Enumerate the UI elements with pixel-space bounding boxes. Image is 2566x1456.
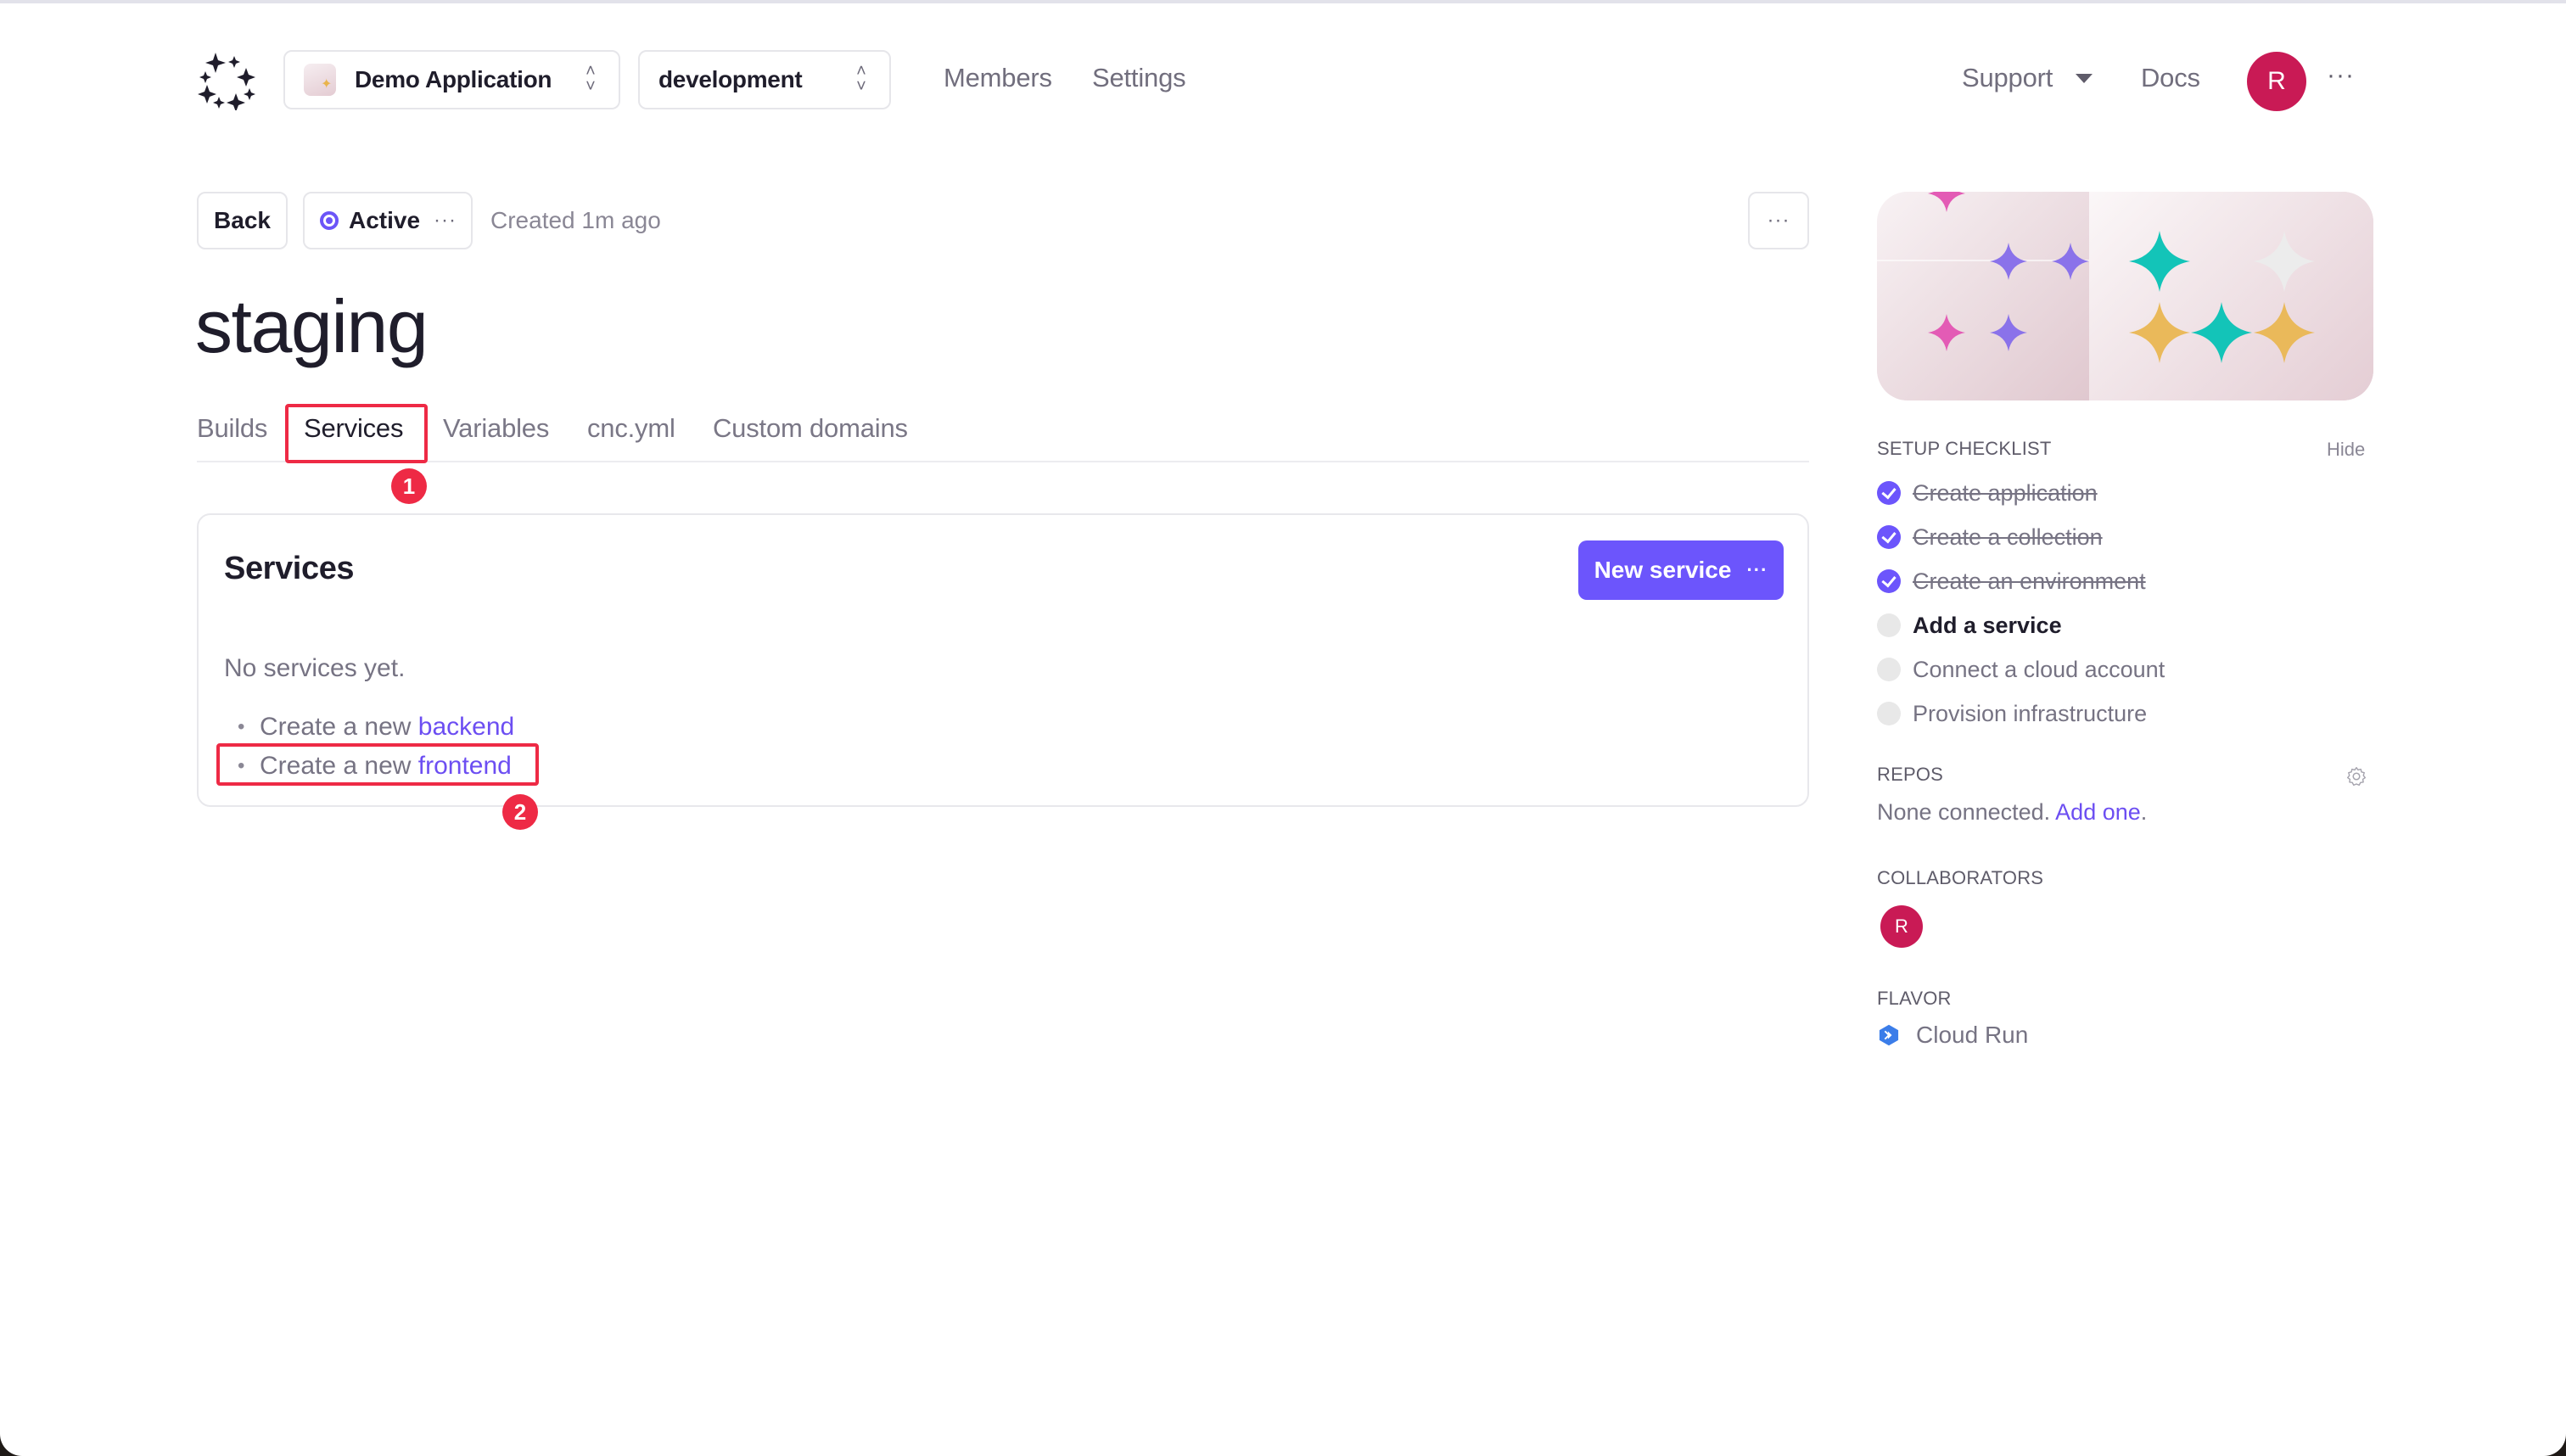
hide-checklist-link[interactable]: Hide <box>2327 439 2365 461</box>
status-button[interactable]: Active ··· <box>303 192 473 249</box>
user-avatar[interactable]: R <box>2247 52 2306 111</box>
check-empty-icon <box>1877 702 1901 725</box>
collaborators-heading: COLLABORATORS <box>1877 867 2044 888</box>
status-more-icon: ··· <box>434 209 457 232</box>
created-timestamp: Created 1m ago <box>490 207 661 233</box>
tab-builds[interactable]: Builds <box>197 413 267 444</box>
checklist-item[interactable]: Provision infrastructure <box>1877 697 2147 731</box>
tab-cnc-yml[interactable]: cnc.yml <box>587 413 675 444</box>
list-item: Create a new frontend <box>238 748 514 787</box>
repos-status: None connected. Add one. <box>1877 799 2147 826</box>
environment-tabs: Builds Services Variables cnc.yml Custom… <box>197 413 1809 462</box>
checklist-item[interactable]: Connect a cloud account <box>1877 652 2165 686</box>
status-label: Active <box>349 207 421 233</box>
back-button[interactable]: Back <box>197 192 288 249</box>
chevron-updown-icon: ˄ ˅ <box>585 62 596 96</box>
tab-variables[interactable]: Variables <box>443 413 549 444</box>
sparkles-illustration-icon <box>1928 192 2315 363</box>
flavor-value: Cloud Run <box>1877 1022 2028 1049</box>
services-card: Services New service ··· No services yet… <box>197 513 1809 807</box>
more-icon: ··· <box>1746 559 1768 580</box>
caret-down-icon[interactable] <box>2076 74 2093 83</box>
application-selector-label: Demo Application <box>355 66 552 92</box>
list-item-prefix: Create a new <box>260 713 418 741</box>
docs-link[interactable]: Docs <box>2141 63 2200 93</box>
check-empty-icon <box>1877 658 1901 681</box>
create-service-list: Create a new backend Create a new fronte… <box>238 708 514 787</box>
new-service-button[interactable]: New service ··· <box>1578 540 1784 600</box>
application-selector[interactable]: Demo Application ˄˅ <box>283 50 620 109</box>
status-active-icon <box>320 211 339 230</box>
checklist-item-label: Add a service <box>1913 612 2062 638</box>
annotation-badge-1: 1 <box>391 468 427 504</box>
support-menu[interactable]: Support <box>1962 63 2053 93</box>
app-thumbnail-icon <box>304 64 336 96</box>
services-card-title: Services <box>224 551 355 586</box>
checklist-item-label: Create an environment <box>1913 568 2146 594</box>
app-window: Demo Application ˄˅ development ˄˅ Membe… <box>0 0 2566 1456</box>
create-frontend-link[interactable]: frontend <box>418 752 512 780</box>
check-done-icon <box>1877 481 1901 505</box>
annotation-badge-2: 2 <box>502 794 538 830</box>
check-done-icon <box>1877 569 1901 593</box>
checklist-item[interactable]: Create an environment <box>1877 564 2146 598</box>
page-more-button[interactable]: ··· <box>1748 192 1809 249</box>
repos-heading: REPOS <box>1877 764 1944 785</box>
checklist-item-label: Provision infrastructure <box>1913 700 2148 726</box>
repos-suffix: . <box>2140 799 2148 825</box>
environment-selector-label: development <box>658 66 803 92</box>
nav-members-link[interactable]: Members <box>944 63 1052 93</box>
new-service-label: New service <box>1594 557 1732 583</box>
check-done-icon <box>1877 525 1901 549</box>
add-repo-link[interactable]: Add one <box>2055 799 2141 825</box>
tab-custom-domains[interactable]: Custom domains <box>713 413 908 444</box>
more-options-icon[interactable]: ··· <box>2327 61 2355 90</box>
list-item-prefix: Create a new <box>260 752 418 780</box>
environment-selector[interactable]: development ˄ ˅ <box>638 50 891 109</box>
create-backend-link[interactable]: backend <box>418 713 514 741</box>
checklist-item-label: Create a collection <box>1913 524 2103 550</box>
checklist-item-label: Connect a cloud account <box>1913 656 2165 682</box>
hero-illustration <box>1877 192 2373 400</box>
checklist-item[interactable]: Add a service <box>1877 608 2062 642</box>
repos-status-text: None connected. <box>1877 799 2056 825</box>
cloud-run-icon <box>1879 1024 1899 1046</box>
collaborator-avatar[interactable]: R <box>1880 905 1923 948</box>
gear-icon[interactable] <box>2345 765 2367 787</box>
checklist-item-label: Create application <box>1913 479 2098 506</box>
page-title: staging <box>195 284 429 368</box>
flavor-label: Cloud Run <box>1916 1022 2029 1048</box>
setup-checklist-heading: SETUP CHECKLIST <box>1877 438 2052 459</box>
logo-icon[interactable] <box>197 49 258 110</box>
check-empty-icon <box>1877 613 1901 637</box>
checklist-item[interactable]: Create a collection <box>1877 520 2103 554</box>
empty-state-text: No services yet. <box>224 654 406 682</box>
list-item: Create a new backend <box>238 708 514 748</box>
tab-services[interactable]: Services <box>304 413 403 444</box>
checklist-item[interactable]: Create application <box>1877 476 2098 510</box>
nav-settings-link[interactable]: Settings <box>1092 63 1186 93</box>
flavor-heading: FLAVOR <box>1877 988 1952 1009</box>
chevron-updown-icon: ˄ ˅ <box>856 62 866 96</box>
